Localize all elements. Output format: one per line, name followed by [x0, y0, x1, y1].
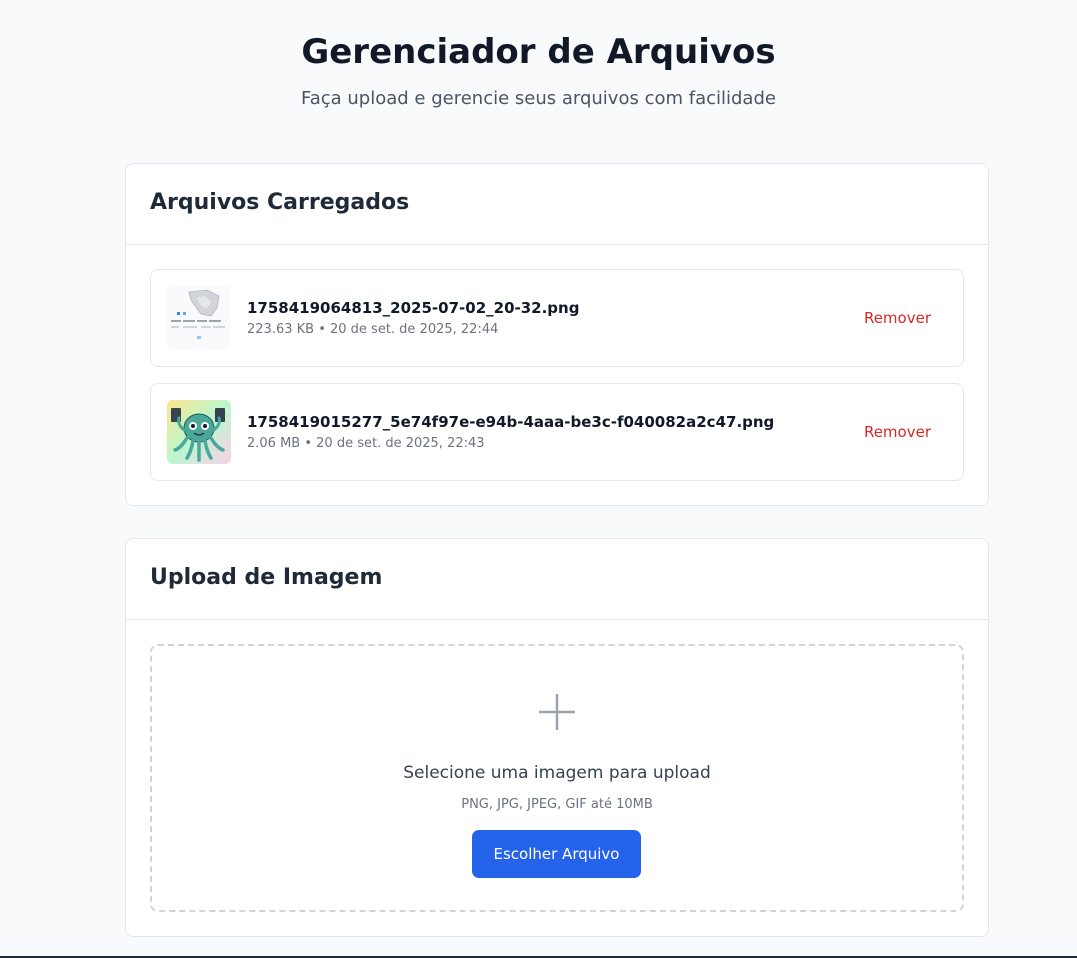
file-name: 1758419015277_5e74f97e-e94b-4aaa-be3c-f0…: [247, 412, 775, 431]
file-thumbnail-octopus: [167, 400, 231, 464]
upload-image-card: Upload de Imagem Selecione uma imagem pa…: [125, 538, 989, 937]
upload-image-header: Upload de Imagem: [126, 539, 988, 620]
uploaded-files-header: Arquivos Carregados: [126, 164, 988, 245]
file-meta: 223.63 KB • 20 de set. de 2025, 22:44: [247, 321, 499, 337]
choose-file-button[interactable]: Escolher Arquivo: [472, 830, 641, 878]
page-subtitle: Faça upload e gerencie seus arquivos com…: [301, 88, 776, 109]
plus-icon: [539, 694, 575, 730]
remove-button[interactable]: Remover: [864, 309, 931, 327]
page: Gerenciador de Arquivos Faça upload e ge…: [0, 0, 1077, 958]
map-screenshot-thumbnail-icon: [167, 286, 231, 350]
file-thumbnail-map: [167, 286, 231, 350]
remove-button[interactable]: Remover: [864, 423, 931, 441]
octopus-illustration-thumbnail-icon: [167, 400, 231, 464]
dropzone-hint: PNG, JPG, JPEG, GIF até 10MB: [461, 797, 653, 812]
file-meta: 2.06 MB • 20 de set. de 2025, 22:43: [247, 435, 485, 451]
file-list: 1758419064813_2025-07-02_20-32.png 223.6…: [126, 245, 988, 481]
file-info: 1758419064813_2025-07-02_20-32.png 223.6…: [247, 298, 864, 339]
file-item: 1758419015277_5e74f97e-e94b-4aaa-be3c-f0…: [150, 383, 964, 481]
page-header: Gerenciador de Arquivos Faça upload e ge…: [0, 0, 1077, 111]
page-title: Gerenciador de Arquivos: [301, 32, 776, 72]
uploaded-files-title: Arquivos Carregados: [150, 190, 410, 215]
file-info: 1758419015277_5e74f97e-e94b-4aaa-be3c-f0…: [247, 412, 864, 453]
dropzone-title: Selecione uma imagem para upload: [403, 763, 711, 783]
file-name: 1758419064813_2025-07-02_20-32.png: [247, 298, 580, 317]
upload-image-title: Upload de Imagem: [150, 565, 383, 590]
uploaded-files-card: Arquivos Carregados 1758419064813_2025-0…: [125, 163, 989, 506]
file-item: 1758419064813_2025-07-02_20-32.png 223.6…: [150, 269, 964, 367]
upload-dropzone[interactable]: Selecione uma imagem para upload PNG, JP…: [150, 644, 964, 912]
